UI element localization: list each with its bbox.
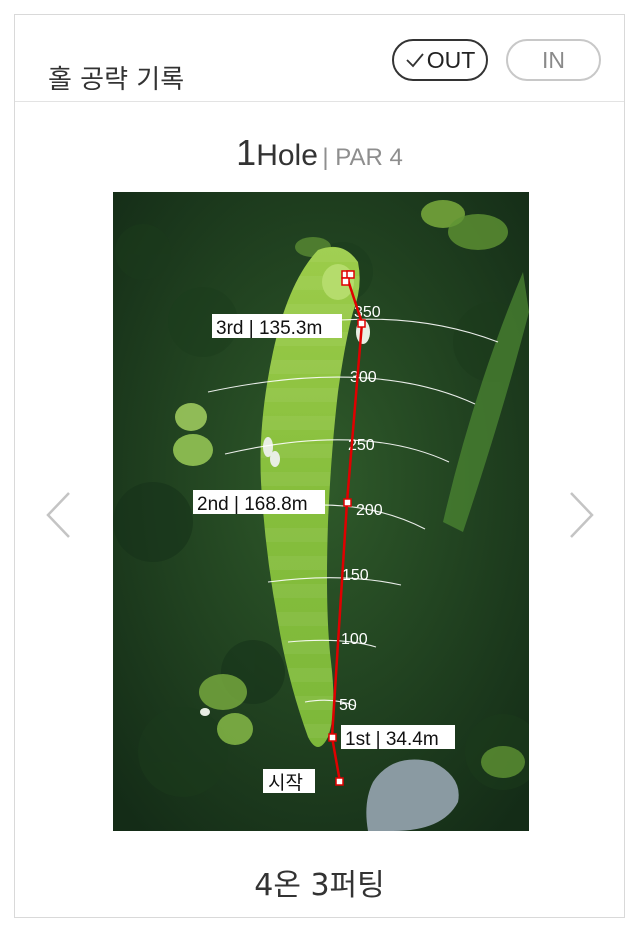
out-toggle-button[interactable]: OUT: [392, 39, 488, 81]
hole-result: 4온 3퍼팅: [254, 868, 385, 903]
distance-label-150: 150: [342, 567, 369, 584]
hole-map-svg: 50 100 150 200 250 300 350 시작 1st | 34.4…: [113, 192, 529, 831]
third-shot-marker: [357, 319, 366, 328]
in-toggle-button[interactable]: IN: [506, 39, 601, 81]
start-label: 시작: [268, 772, 303, 794]
distance-label-100: 100: [341, 631, 368, 648]
first-shot-label: 1st | 34.4m: [345, 729, 439, 750]
out-toggle-label: OUT: [426, 46, 476, 73]
card-header: 홀 공략 기록 OUT IN: [15, 15, 624, 102]
first-shot-marker: [328, 733, 337, 742]
pin-marker-2: [346, 270, 355, 279]
distance-label-200: 200: [356, 502, 383, 519]
hole-number: 1: [236, 132, 257, 173]
second-shot-marker: [343, 498, 352, 507]
start-marker: [335, 777, 344, 786]
second-shot-label: 2nd | 168.8m: [197, 494, 308, 515]
hole-word: Hole: [256, 139, 318, 172]
hole-map: 50 100 150 200 250 300 350 시작 1st | 34.4…: [113, 192, 529, 831]
chevron-left-icon[interactable]: [43, 490, 75, 540]
hole-par: | PAR 4: [322, 144, 403, 171]
in-toggle-label: IN: [542, 46, 565, 73]
third-shot-label: 3rd | 135.3m: [216, 318, 322, 339]
check-icon: [406, 53, 424, 68]
pin-marker-3: [341, 277, 350, 286]
hole-title: 1Hole | PAR 4: [15, 132, 624, 174]
hole-record-card: 홀 공략 기록 OUT IN 1Hole | PAR 4 50 100 150 …: [14, 14, 625, 918]
chevron-right-icon[interactable]: [565, 490, 597, 540]
distance-label-300: 300: [350, 369, 377, 386]
section-title: 홀 공략 기록: [48, 65, 185, 95]
distance-label-50: 50: [339, 697, 357, 714]
